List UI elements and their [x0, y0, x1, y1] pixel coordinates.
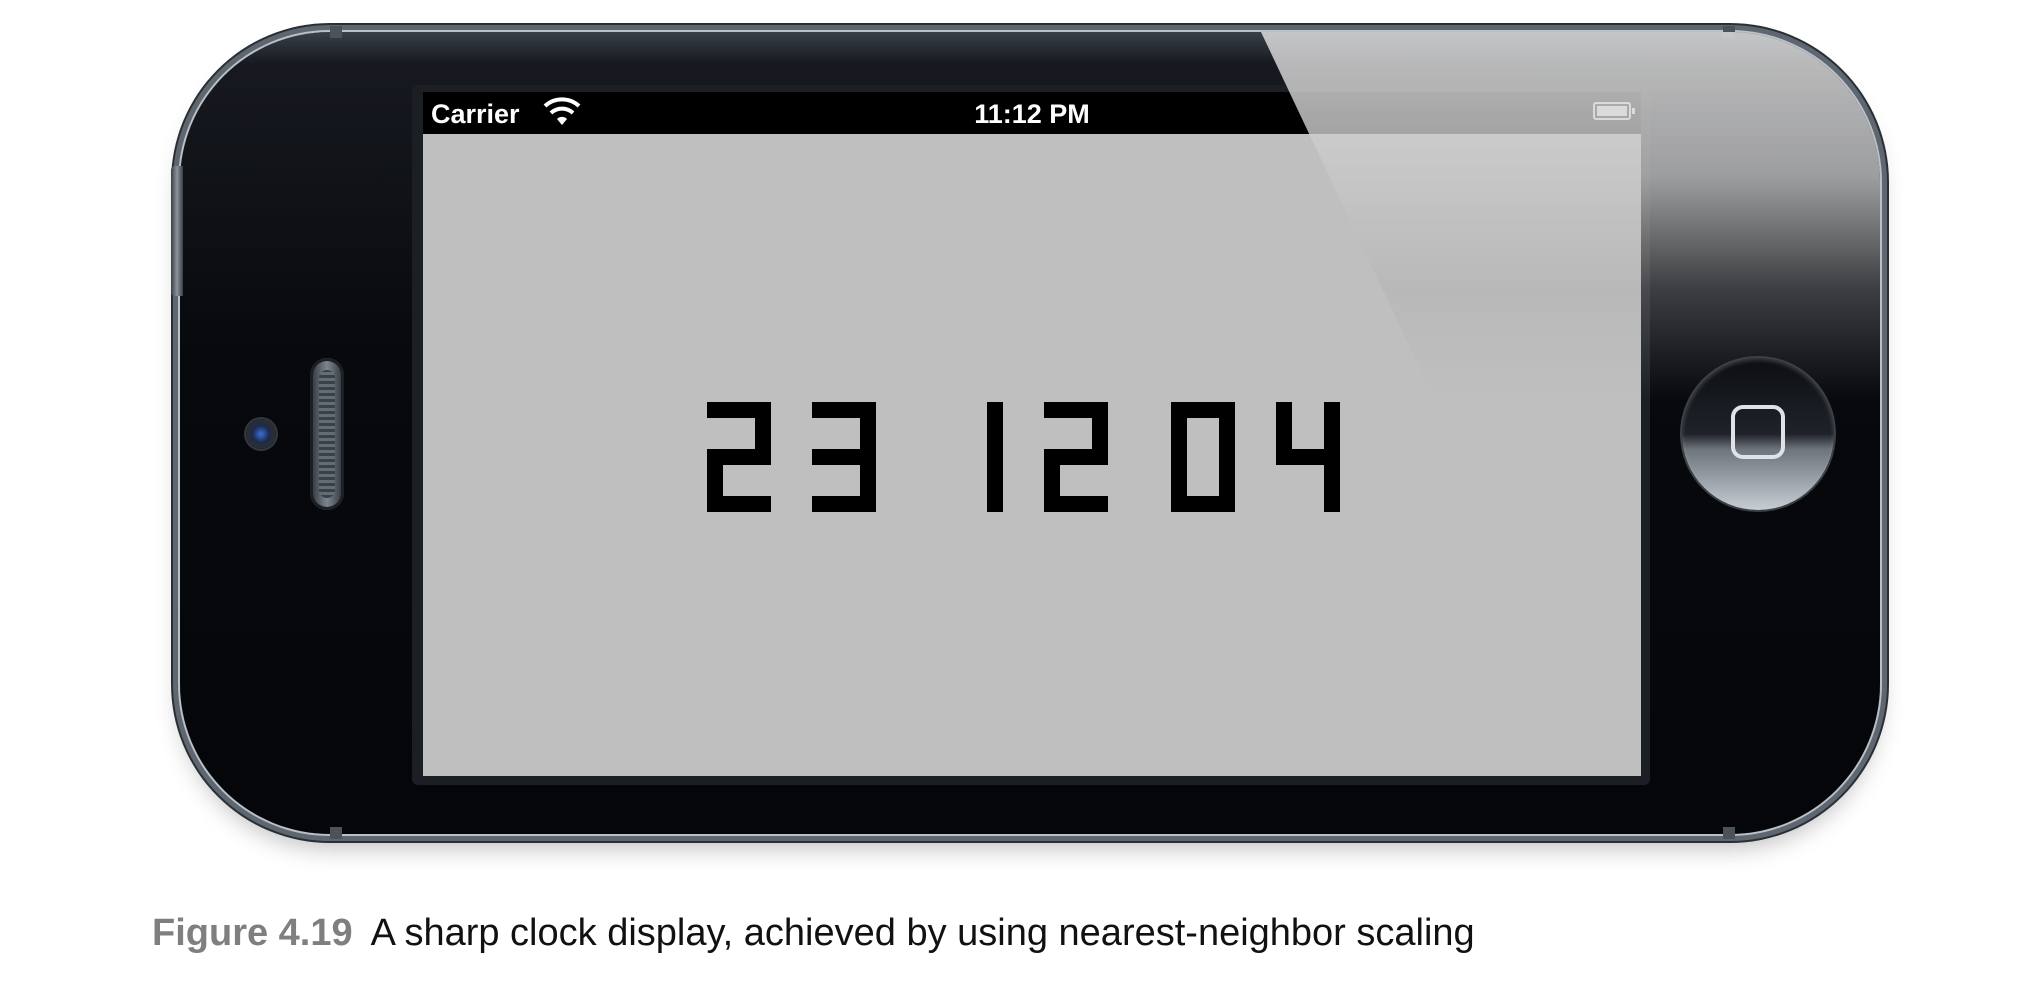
front-camera [246, 419, 276, 449]
volume-button [171, 166, 183, 296]
antenna-band [1723, 26, 1735, 38]
earpiece-speaker [310, 358, 344, 510]
digit-segment [707, 496, 771, 512]
antenna-band [1723, 827, 1735, 839]
caption-text: A sharp clock display, achieved by using… [370, 912, 1475, 954]
app-content [423, 134, 1641, 776]
antenna-band [330, 827, 342, 839]
clock-digit [812, 402, 876, 512]
clock-digit [1276, 402, 1340, 512]
digit-segment [987, 449, 1003, 512]
battery-icon [1593, 102, 1635, 120]
status-bar: Carrier 11:12 PM [423, 92, 1641, 134]
figure-caption: Figure 4.19 A sharp clock display, achiev… [152, 912, 1475, 955]
home-square-icon [1731, 405, 1785, 459]
clock-digit [987, 402, 1003, 512]
clock-digit [1171, 402, 1235, 512]
clock-digit [707, 402, 771, 512]
status-time: 11:12 PM [974, 99, 1090, 129]
digit-segment [1324, 449, 1340, 512]
digit-segment [812, 496, 876, 512]
clock-digit [1044, 402, 1108, 512]
digit-segment [1044, 496, 1108, 512]
digit-segment [1171, 402, 1187, 465]
antenna-band [330, 26, 342, 38]
figure-label: Figure 4.19 [152, 912, 353, 954]
clock-display [707, 402, 1340, 512]
